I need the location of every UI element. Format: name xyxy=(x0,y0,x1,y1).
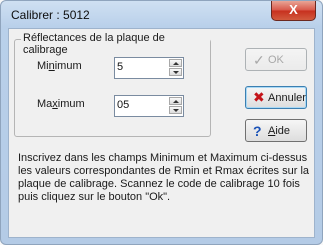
arrow-up-icon xyxy=(173,100,179,103)
group-legend: Réflectances de la plaque de calibrage xyxy=(21,32,210,56)
check-icon: ✓ xyxy=(253,52,265,68)
cancel-button[interactable]: ✖ Annuler xyxy=(245,86,307,109)
arrow-up-icon xyxy=(173,62,179,65)
help-button[interactable]: ? Aide xyxy=(245,119,307,142)
maximum-spinner[interactable] xyxy=(169,97,182,115)
minimum-spinbox[interactable] xyxy=(114,57,184,79)
arrow-down-icon xyxy=(173,71,179,74)
arrow-down-icon xyxy=(173,109,179,112)
window-title: Calibrer : 5012 xyxy=(11,8,90,22)
help-button-label: Aide xyxy=(268,125,291,137)
minimum-input[interactable] xyxy=(117,60,157,74)
calibrer-dialog: Calibrer : 5012 X Réflectances de la pla… xyxy=(0,0,323,245)
dialog-body: Réflectances de la plaque de calibrage M… xyxy=(8,28,315,238)
ok-button[interactable]: ✓ OK xyxy=(245,48,307,71)
close-icon: X xyxy=(289,2,298,17)
minimum-spin-down-button[interactable] xyxy=(169,68,182,76)
title-bar[interactable]: Calibrer : 5012 X xyxy=(1,1,322,28)
maximum-spinbox[interactable] xyxy=(114,95,184,117)
maximum-spin-down-button[interactable] xyxy=(169,106,182,114)
close-button[interactable]: X xyxy=(271,1,316,21)
minimum-label: Minimum xyxy=(37,60,82,72)
maximum-label: Maximum xyxy=(37,98,85,110)
maximum-spin-up-button[interactable] xyxy=(169,97,182,105)
minimum-spin-up-button[interactable] xyxy=(169,59,182,67)
instructions-text: Inscrivez dans les champs Minimum et Max… xyxy=(18,152,310,203)
x-icon: ✖ xyxy=(253,90,265,106)
minimum-spinner[interactable] xyxy=(169,59,182,77)
maximum-input[interactable] xyxy=(117,98,157,112)
question-icon: ? xyxy=(253,123,262,139)
reflectance-group: Réflectances de la plaque de calibrage M… xyxy=(14,32,211,137)
